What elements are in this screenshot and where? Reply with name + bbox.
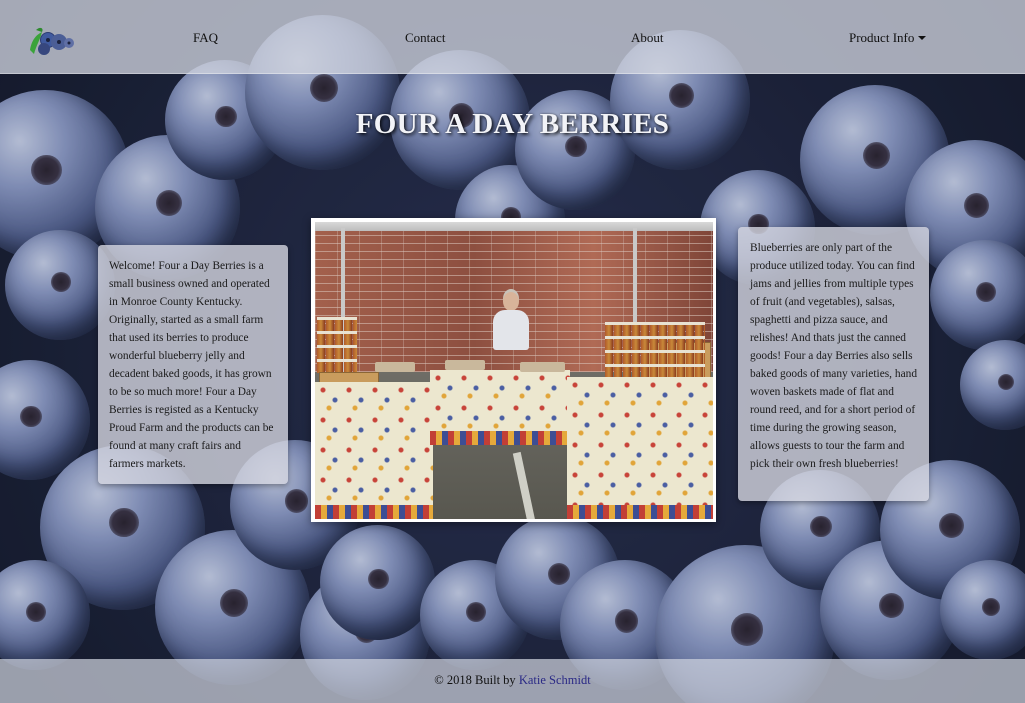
footer: © 2018 Built by Katie Schmidt — [0, 659, 1025, 703]
products-card: Blueberries are only part of the produce… — [738, 227, 929, 501]
footer-copyright: © 2018 Built by — [434, 673, 519, 687]
welcome-text: Welcome! Four a Day Berries is a small b… — [109, 260, 274, 470]
nav-about-link[interactable]: About — [631, 30, 664, 46]
farmers-market-booth-image — [315, 222, 713, 519]
welcome-card: Welcome! Four a Day Berries is a small b… — [98, 245, 288, 484]
market-booth-photo — [311, 218, 716, 522]
nav-contact-link[interactable]: Contact — [405, 30, 445, 46]
caret-down-icon — [918, 36, 927, 40]
nav-product-info-dropdown[interactable]: Product Info — [849, 30, 927, 46]
products-text: Blueberries are only part of the produce… — [750, 242, 918, 470]
nav-faq-link[interactable]: FAQ — [193, 30, 218, 46]
blueberries-logo-icon[interactable] — [28, 20, 74, 56]
page-title: FOUR A DAY BERRIES — [355, 108, 670, 140]
footer-author-link[interactable]: Katie Schmidt — [519, 673, 591, 687]
nav-product-info-label: Product Info — [849, 30, 915, 45]
navbar: FAQ Contact About Product Info — [0, 0, 1025, 74]
